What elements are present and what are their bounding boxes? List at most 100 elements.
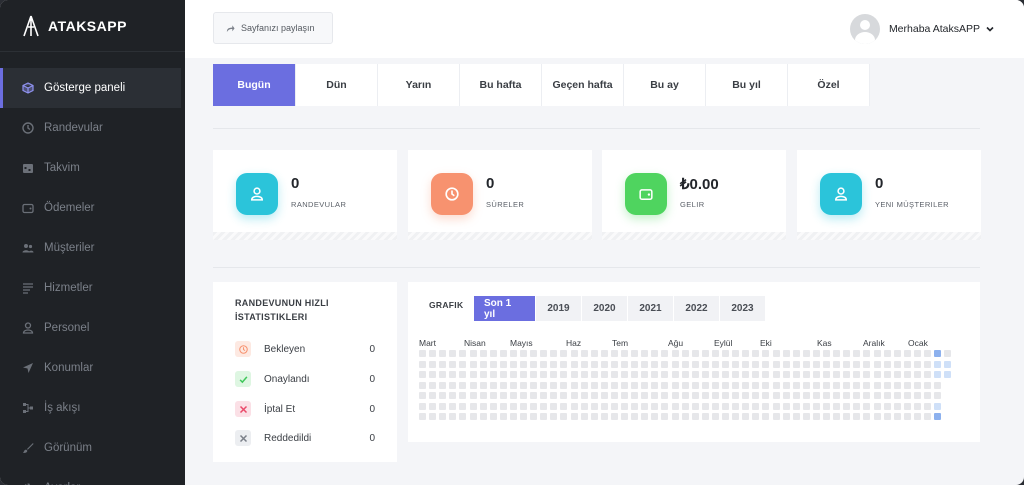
heatmap-cell[interactable] <box>449 392 457 399</box>
heatmap-cell[interactable] <box>469 350 477 357</box>
sidebar-item-5[interactable]: Müşteriler <box>0 228 185 268</box>
heatmap-cell[interactable] <box>671 392 679 399</box>
year-tab-6[interactable]: 2023 <box>720 296 766 321</box>
heatmap-cell[interactable] <box>449 350 457 357</box>
heatmap-cell[interactable] <box>722 402 729 410</box>
heatmap-cell[interactable] <box>934 381 942 389</box>
heatmap-cell[interactable] <box>641 381 649 389</box>
heatmap-cell[interactable] <box>419 360 426 368</box>
heatmap-cell[interactable] <box>812 413 820 420</box>
heatmap-cell[interactable] <box>459 413 467 420</box>
heatmap-cell[interactable] <box>691 350 699 357</box>
heatmap-cell[interactable] <box>419 402 426 410</box>
heatmap-cell[interactable] <box>540 402 548 410</box>
heatmap-cell[interactable] <box>439 413 447 420</box>
period-tab-3[interactable]: Yarın <box>378 64 460 106</box>
heatmap-cell[interactable] <box>610 381 618 389</box>
heatmap-cell[interactable] <box>641 371 649 378</box>
heatmap-cell[interactable] <box>701 381 709 389</box>
heatmap-cell[interactable] <box>681 402 689 410</box>
heatmap-cell[interactable] <box>540 350 548 357</box>
heatmap-cell[interactable] <box>873 402 881 410</box>
heatmap-cell[interactable] <box>550 371 558 378</box>
heatmap-cell[interactable] <box>701 350 709 357</box>
heatmap-cell[interactable] <box>469 360 477 368</box>
sidebar-item-8[interactable]: Konumlar <box>0 348 185 388</box>
heatmap-cell[interactable] <box>863 392 871 399</box>
heatmap-cell[interactable] <box>833 360 841 368</box>
heatmap-cell[interactable] <box>691 392 699 399</box>
heatmap-cell[interactable] <box>449 371 457 378</box>
heatmap-cell[interactable] <box>792 413 800 420</box>
heatmap-cell[interactable] <box>782 371 790 378</box>
heatmap-cell[interactable] <box>560 381 568 389</box>
heatmap-cell[interactable] <box>661 360 669 368</box>
heatmap-cell[interactable] <box>530 392 538 399</box>
heatmap-cell[interactable] <box>903 392 911 399</box>
heatmap-cell[interactable] <box>742 413 750 420</box>
heatmap-cell[interactable] <box>661 371 669 378</box>
heatmap-cell[interactable] <box>833 350 841 357</box>
heatmap-cell[interactable] <box>772 392 780 399</box>
heatmap-cell[interactable] <box>580 350 588 357</box>
heatmap-cell[interactable] <box>762 413 770 420</box>
heatmap-cell[interactable] <box>439 402 447 410</box>
heatmap-cell[interactable] <box>742 360 750 368</box>
heatmap-cell[interactable] <box>610 350 618 357</box>
heatmap-cell[interactable] <box>570 381 578 389</box>
heatmap-cell[interactable] <box>520 381 527 389</box>
heatmap-cell[interactable] <box>823 360 830 368</box>
heatmap-cell[interactable] <box>560 413 568 420</box>
heatmap-cell[interactable] <box>833 392 841 399</box>
heatmap-cell[interactable] <box>711 360 719 368</box>
heatmap-cell[interactable] <box>439 350 447 357</box>
heatmap-cell[interactable] <box>499 402 507 410</box>
heatmap-cell[interactable] <box>469 413 477 420</box>
heatmap-cell[interactable] <box>661 350 669 357</box>
heatmap-cell[interactable] <box>863 413 871 420</box>
heatmap-cell[interactable] <box>812 392 820 399</box>
heatmap-cell[interactable] <box>681 413 689 420</box>
sidebar-item-4[interactable]: Ödemeler <box>0 188 185 228</box>
year-tab-5[interactable]: 2022 <box>674 296 720 321</box>
period-tab-4[interactable]: Bu hafta <box>460 64 542 106</box>
heatmap-cell[interactable] <box>823 371 830 378</box>
heatmap-cell[interactable] <box>762 381 770 389</box>
heatmap-cell[interactable] <box>934 402 942 410</box>
heatmap-cell[interactable] <box>782 360 790 368</box>
heatmap-cell[interactable] <box>732 413 740 420</box>
heatmap-cell[interactable] <box>732 392 740 399</box>
heatmap-cell[interactable] <box>924 350 931 357</box>
heatmap-cell[interactable] <box>934 371 942 378</box>
heatmap-cell[interactable] <box>772 360 780 368</box>
heatmap-cell[interactable] <box>883 381 891 389</box>
heatmap-cell[interactable] <box>873 413 881 420</box>
heatmap-cell[interactable] <box>580 392 588 399</box>
heatmap-cell[interactable] <box>560 392 568 399</box>
heatmap-cell[interactable] <box>711 413 719 420</box>
heatmap-cell[interactable] <box>651 413 659 420</box>
heatmap-cell[interactable] <box>812 402 820 410</box>
heatmap-cell[interactable] <box>651 371 659 378</box>
heatmap-cell[interactable] <box>419 371 426 378</box>
heatmap-cell[interactable] <box>853 350 861 357</box>
heatmap-cell[interactable] <box>883 350 891 357</box>
year-tab-2[interactable]: 2019 <box>536 296 582 321</box>
heatmap-cell[interactable] <box>489 381 497 389</box>
heatmap-cell[interactable] <box>509 413 517 420</box>
heatmap-cell[interactable] <box>590 381 598 389</box>
heatmap-cell[interactable] <box>651 402 659 410</box>
heatmap-cell[interactable] <box>722 350 729 357</box>
heatmap-cell[interactable] <box>711 371 719 378</box>
heatmap-cell[interactable] <box>792 360 800 368</box>
sidebar-item-2[interactable]: Randevular <box>0 108 185 148</box>
period-tab-2[interactable]: Dün <box>296 64 378 106</box>
heatmap-cell[interactable] <box>419 392 426 399</box>
heatmap-cell[interactable] <box>641 350 649 357</box>
heatmap-cell[interactable] <box>893 360 901 368</box>
heatmap-cell[interactable] <box>944 360 952 368</box>
heatmap-cell[interactable] <box>459 402 467 410</box>
heatmap-cell[interactable] <box>691 402 699 410</box>
heatmap-cell[interactable] <box>762 371 770 378</box>
heatmap-cell[interactable] <box>873 371 881 378</box>
